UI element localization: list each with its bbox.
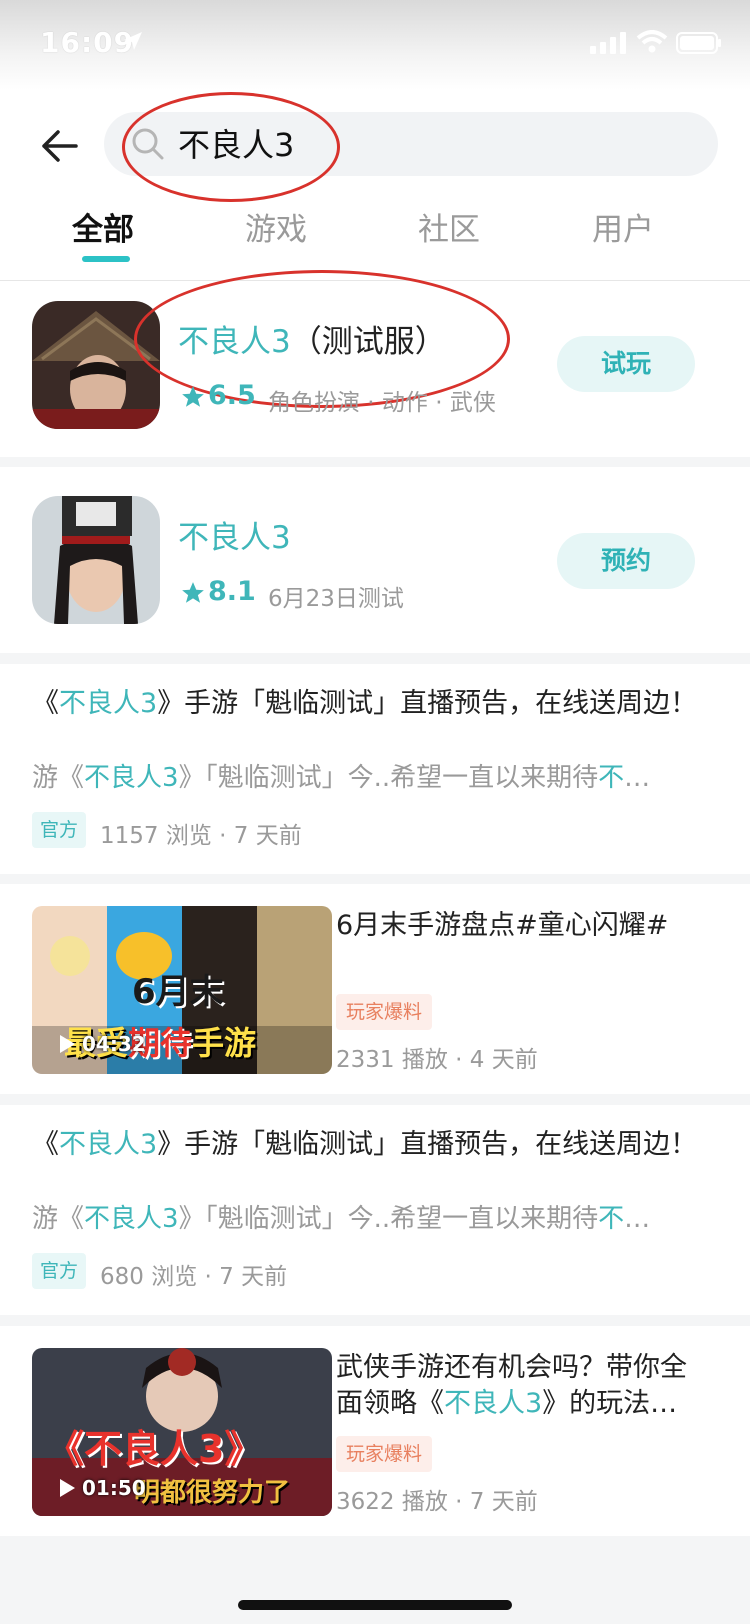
reserve-button[interactable]: 预约	[557, 533, 695, 589]
game-name-main[interactable]: 不良人3	[178, 512, 291, 557]
trial-button[interactable]: 试玩	[557, 336, 695, 392]
tab-community[interactable]: 社区	[418, 204, 480, 249]
tab-bar: 全部 游戏 社区 用户	[0, 196, 750, 280]
video-thumbnail[interactable]: 《不良人3》 明都很努力了 01:50	[32, 1348, 332, 1516]
cellular-signal-icon	[590, 32, 626, 54]
annotation-circle-search	[122, 92, 340, 202]
game-icon-main[interactable]	[32, 496, 160, 624]
post-title[interactable]: 《不良人3》手游「魁临测试」直播预告，在线送周边！	[32, 686, 722, 722]
player-news-badge: 玩家爆料	[336, 994, 433, 1030]
post-excerpt: 游《不良人3》「魁临测试」今..希望一直以来期待不…	[32, 1204, 651, 1234]
video-title[interactable]: 武侠手游还有机会吗？带你全面领略《不良人3》的玩法…	[336, 1350, 706, 1422]
post-stats: 1157 浏览 · 7 天前	[100, 823, 302, 849]
tab-all[interactable]: 全部	[72, 204, 134, 249]
status-time: 16:09	[40, 26, 135, 59]
official-badge: 官方	[32, 1253, 87, 1289]
post-excerpt: 游《不良人3》「魁临测试」今..希望一直以来期待不…	[32, 763, 651, 793]
rating-star-icon	[182, 386, 204, 407]
thumb-caption-1: 6月末	[132, 972, 224, 1012]
post-stats: 680 浏览 · 7 天前	[100, 1264, 288, 1290]
game-tags: 角色扮演 · 动作 · 武侠	[268, 390, 496, 416]
home-indicator[interactable]	[238, 1600, 512, 1610]
video-duration: 01:50	[82, 1476, 146, 1500]
battery-icon	[676, 32, 721, 54]
play-icon	[60, 1035, 75, 1053]
wifi-icon	[636, 30, 668, 53]
play-icon	[60, 1479, 75, 1497]
tab-users[interactable]: 用户	[592, 204, 654, 249]
location-arrow-icon	[124, 32, 142, 50]
game-score: 8.1	[208, 576, 256, 607]
official-badge: 官方	[32, 812, 87, 848]
player-news-badge: 玩家爆料	[336, 1436, 433, 1472]
video-stats: 2331 播放 · 4 天前	[336, 1047, 538, 1073]
video-stats: 3622 播放 · 7 天前	[336, 1489, 538, 1515]
thumb-caption-2: 明都很努力了	[134, 1478, 291, 1508]
video-duration: 04:32	[82, 1032, 146, 1056]
video-thumbnail[interactable]: 6月末 最受期待手游 04:32	[32, 906, 332, 1074]
tab-active-indicator	[82, 256, 130, 262]
post-title[interactable]: 《不良人3》手游「魁临测试」直播预告，在线送周边！	[32, 1127, 722, 1163]
rating-star-icon	[182, 582, 204, 603]
game-score: 6.5	[208, 380, 256, 411]
thumb-caption-1: 《不良人3》	[46, 1427, 263, 1471]
back-arrow-icon[interactable]	[36, 122, 84, 170]
tab-games[interactable]: 游戏	[245, 204, 307, 249]
video-title[interactable]: 6月末手游盘点#童心闪耀#	[336, 908, 706, 944]
game-test-date: 6月23日测试	[268, 586, 404, 612]
